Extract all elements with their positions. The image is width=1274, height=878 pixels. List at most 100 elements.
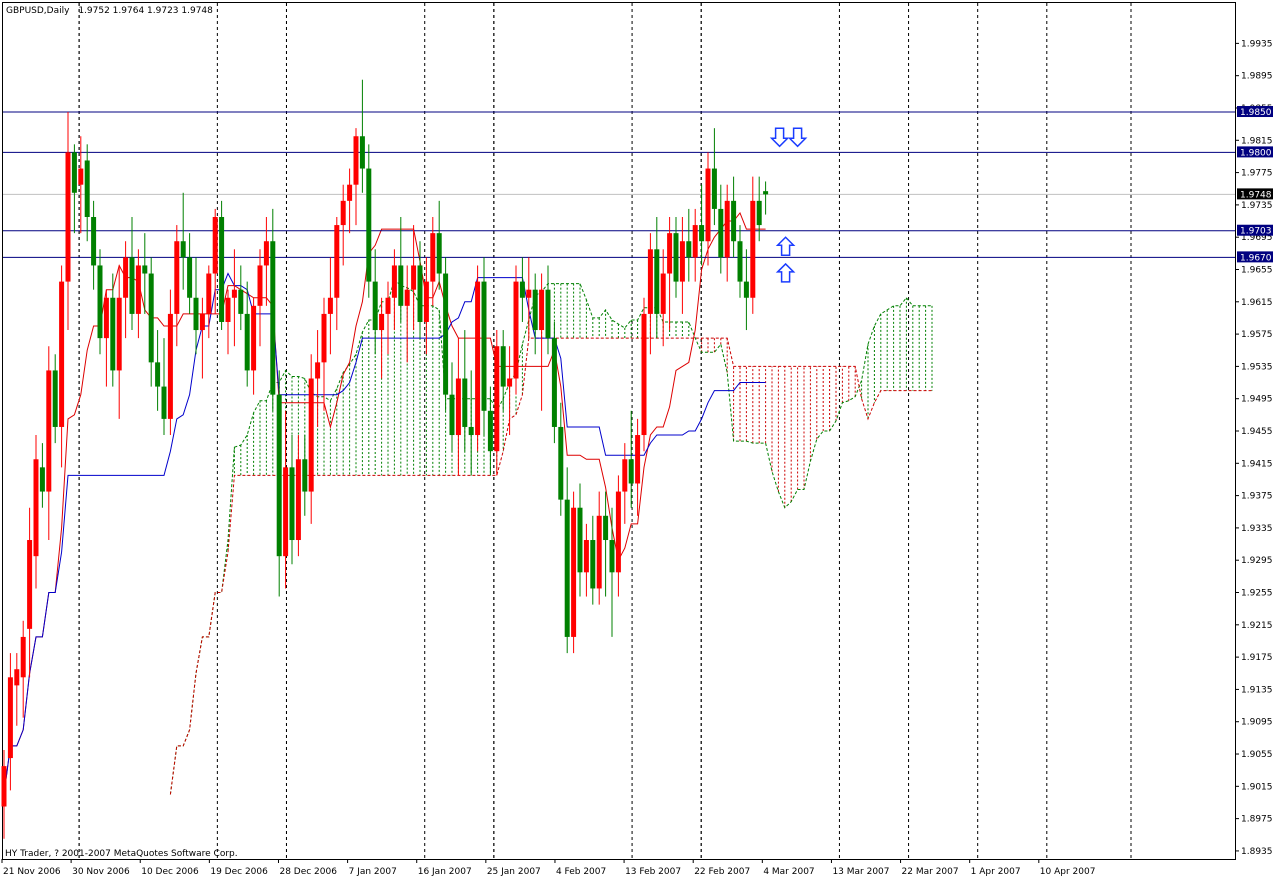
candle-body (142, 265, 148, 274)
x-tick-label: 28 Dec 2006 (279, 867, 337, 877)
y-tick-label: 1.9335 (1241, 524, 1273, 534)
candle-body (673, 233, 679, 282)
candle-body (494, 346, 500, 452)
x-tick-label: 7 Jan 2007 (349, 867, 397, 877)
candle-body (372, 281, 378, 331)
candle-body (731, 200, 737, 242)
candle-body (7, 677, 13, 759)
y-tick-label: 1.9295 (1241, 556, 1273, 566)
y-tick-label: 1.9535 (1241, 362, 1273, 372)
candle-body (660, 273, 666, 314)
candle-body (577, 507, 583, 573)
candle-body (225, 297, 231, 322)
candle-body (347, 184, 353, 201)
candle-body (654, 249, 660, 314)
candle-body (475, 281, 481, 436)
candle-body (206, 273, 212, 314)
candle-body (180, 241, 186, 258)
symbol-label: GBPUSD,Daily (6, 6, 70, 16)
y-tick-label: 1.8975 (1241, 815, 1273, 825)
candle-body (609, 540, 615, 573)
candle-body (667, 233, 673, 274)
candle-body (622, 459, 628, 492)
candle-body (398, 265, 404, 306)
copyright-label: HY Trader, ? 2001-2007 MetaQuotes Softwa… (5, 849, 238, 859)
candle-body (705, 168, 711, 242)
candle-body (449, 394, 455, 436)
level-price-label: 1.9670 (1240, 253, 1272, 263)
y-tick-label: 1.9655 (1241, 265, 1273, 275)
x-tick-label: 25 Jan 2007 (487, 867, 541, 877)
candle-body (462, 378, 468, 427)
candle-body (359, 136, 365, 169)
candle-body (532, 289, 538, 331)
candle-body (71, 152, 77, 193)
candle-body (468, 426, 474, 436)
candle-body (423, 281, 429, 322)
candle-body (161, 386, 167, 419)
candle-body (14, 669, 20, 686)
candle-body (123, 257, 129, 298)
candle-body (270, 241, 276, 395)
candle-body (263, 241, 269, 266)
candle-body (628, 459, 634, 484)
candle-body (391, 265, 397, 298)
x-tick-label: 22 Feb 2007 (694, 867, 750, 877)
candle-body (46, 370, 52, 492)
candle-body (526, 289, 532, 298)
candle-body (436, 233, 442, 274)
x-tick-label: 4 Feb 2007 (556, 867, 606, 877)
y-tick-label: 1.9935 (1241, 39, 1273, 49)
candle-body (718, 208, 724, 258)
candle-body (148, 273, 154, 363)
x-tick-label: 4 Mar 2007 (763, 867, 814, 877)
chart-frame (2, 2, 1236, 860)
candle-body (551, 338, 557, 427)
candle-body (596, 515, 602, 589)
candle-body (219, 217, 225, 322)
candle-body (1, 766, 7, 807)
candle-body (647, 249, 653, 314)
candle-body (302, 459, 308, 492)
y-tick-label: 1.9895 (1241, 72, 1273, 82)
candle-body (411, 265, 417, 290)
x-tick-label: 10 Dec 2006 (141, 867, 199, 877)
candle-body (59, 281, 65, 427)
y-tick-label: 1.9735 (1241, 201, 1273, 211)
candle-body (603, 515, 609, 541)
candle-body (155, 362, 161, 387)
candle-body (199, 313, 205, 331)
x-tick-label: 22 Mar 2007 (902, 867, 959, 877)
x-tick-label: 13 Mar 2007 (832, 867, 889, 877)
ohlc-label: 1.9752 1.9764 1.9723 1.9748 (78, 6, 213, 16)
candle-body (257, 265, 263, 306)
candle-body (103, 297, 109, 339)
y-tick-label: 1.9175 (1241, 653, 1273, 663)
candle-body (174, 241, 180, 314)
candle-body (507, 378, 513, 387)
candle-body (283, 467, 289, 557)
y-tick-label: 1.9015 (1241, 782, 1273, 792)
candle-body (340, 200, 346, 226)
candle-body (545, 289, 551, 339)
candle-body (27, 540, 33, 629)
candle-body (212, 217, 218, 274)
candle-body (481, 281, 487, 411)
candle-body (679, 241, 685, 282)
candle-body (276, 394, 282, 557)
chart-header: GBPUSD,Daily 1.9752 1.9764 1.9723 1.9748 (6, 6, 213, 16)
candle-body (167, 313, 173, 419)
y-tick-label: 1.9815 (1241, 136, 1273, 146)
candle-body (686, 241, 692, 258)
candle-body (65, 152, 71, 282)
candle-body (430, 233, 436, 282)
candle-body (564, 499, 570, 637)
candlestick-chart: 1.99351.98951.98551.98151.97751.97351.96… (1, 2, 1273, 877)
y-tick-label: 1.9135 (1241, 685, 1273, 695)
y-tick-label: 1.8935 (1241, 847, 1273, 857)
candle-body (756, 200, 762, 226)
candle-body (500, 346, 506, 387)
level-price-label: 1.9850 (1240, 108, 1272, 118)
x-tick-label: 13 Feb 2007 (625, 867, 681, 877)
candle-body (583, 540, 589, 573)
